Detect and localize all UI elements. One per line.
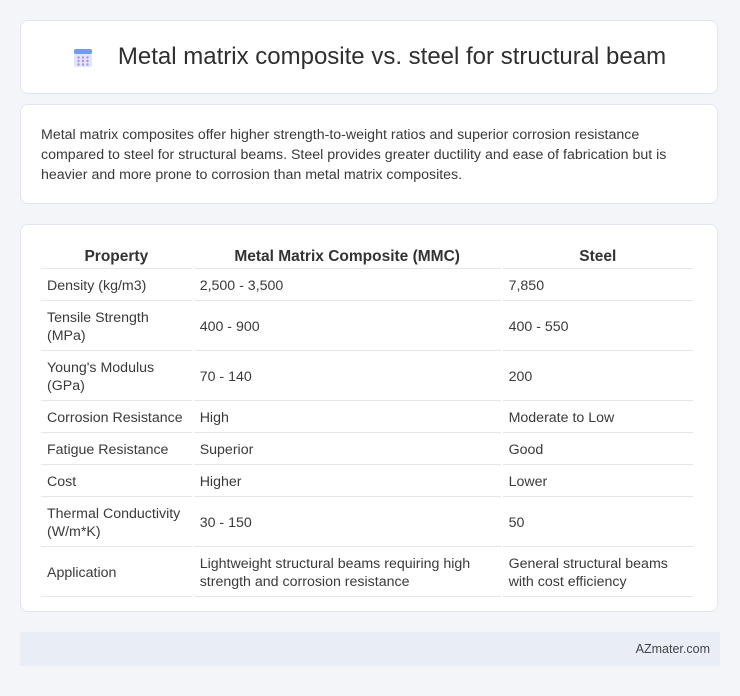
steel-cell: 50 (502, 499, 693, 547)
footer-brand: AZmater.com (635, 642, 710, 656)
table-row: Cost Higher Lower (41, 467, 693, 497)
table-row: Tensile Strength (MPa) 400 - 900 400 - 5… (41, 303, 693, 351)
table-row: Thermal Conductivity (W/m*K) 30 - 150 50 (41, 499, 693, 547)
mmc-cell: High (193, 403, 501, 433)
property-cell: Corrosion Resistance (41, 403, 192, 433)
property-cell: Application (41, 549, 192, 597)
mmc-cell: Higher (193, 467, 501, 497)
page-title: Metal matrix composite vs. steel for str… (117, 43, 667, 70)
mmc-cell: 70 - 140 (193, 353, 501, 401)
mmc-cell: Superior (193, 435, 501, 465)
column-header-steel: Steel (502, 245, 693, 269)
building-icon (72, 46, 94, 68)
comparison-table-card: Property Metal Matrix Composite (MMC) St… (20, 224, 718, 612)
summary-card: Metal matrix composites offer higher str… (20, 104, 718, 204)
column-header-property: Property (41, 245, 192, 269)
property-cell: Cost (41, 467, 192, 497)
table-row: Application Lightweight structural beams… (41, 549, 693, 597)
property-cell: Density (kg/m3) (41, 271, 192, 301)
mmc-cell: Lightweight structural beams requiring h… (193, 549, 501, 597)
steel-cell: General structural beams with cost effic… (502, 549, 693, 597)
table-row: Fatigue Resistance Superior Good (41, 435, 693, 465)
footer: AZmater.com (20, 632, 720, 666)
property-cell: Fatigue Resistance (41, 435, 192, 465)
steel-cell: 400 - 550 (502, 303, 693, 351)
property-cell: Young's Modulus (GPa) (41, 353, 192, 401)
table-row: Corrosion Resistance High Moderate to Lo… (41, 403, 693, 433)
steel-cell: Lower (502, 467, 693, 497)
table-header-row: Property Metal Matrix Composite (MMC) St… (41, 245, 693, 269)
property-cell: Tensile Strength (MPa) (41, 303, 192, 351)
summary-text: Metal matrix composites offer higher str… (41, 127, 667, 183)
steel-cell: 7,850 (502, 271, 693, 301)
steel-cell: 200 (502, 353, 693, 401)
column-header-mmc: Metal Matrix Composite (MMC) (193, 245, 501, 269)
table-row: Young's Modulus (GPa) 70 - 140 200 (41, 353, 693, 401)
steel-cell: Good (502, 435, 693, 465)
mmc-cell: 30 - 150 (193, 499, 501, 547)
property-cell: Thermal Conductivity (W/m*K) (41, 499, 192, 547)
comparison-table: Property Metal Matrix Composite (MMC) St… (39, 243, 695, 599)
steel-cell: Moderate to Low (502, 403, 693, 433)
table-row: Density (kg/m3) 2,500 - 3,500 7,850 (41, 271, 693, 301)
mmc-cell: 400 - 900 (193, 303, 501, 351)
mmc-cell: 2,500 - 3,500 (193, 271, 501, 301)
title-card: Metal matrix composite vs. steel for str… (20, 20, 718, 94)
